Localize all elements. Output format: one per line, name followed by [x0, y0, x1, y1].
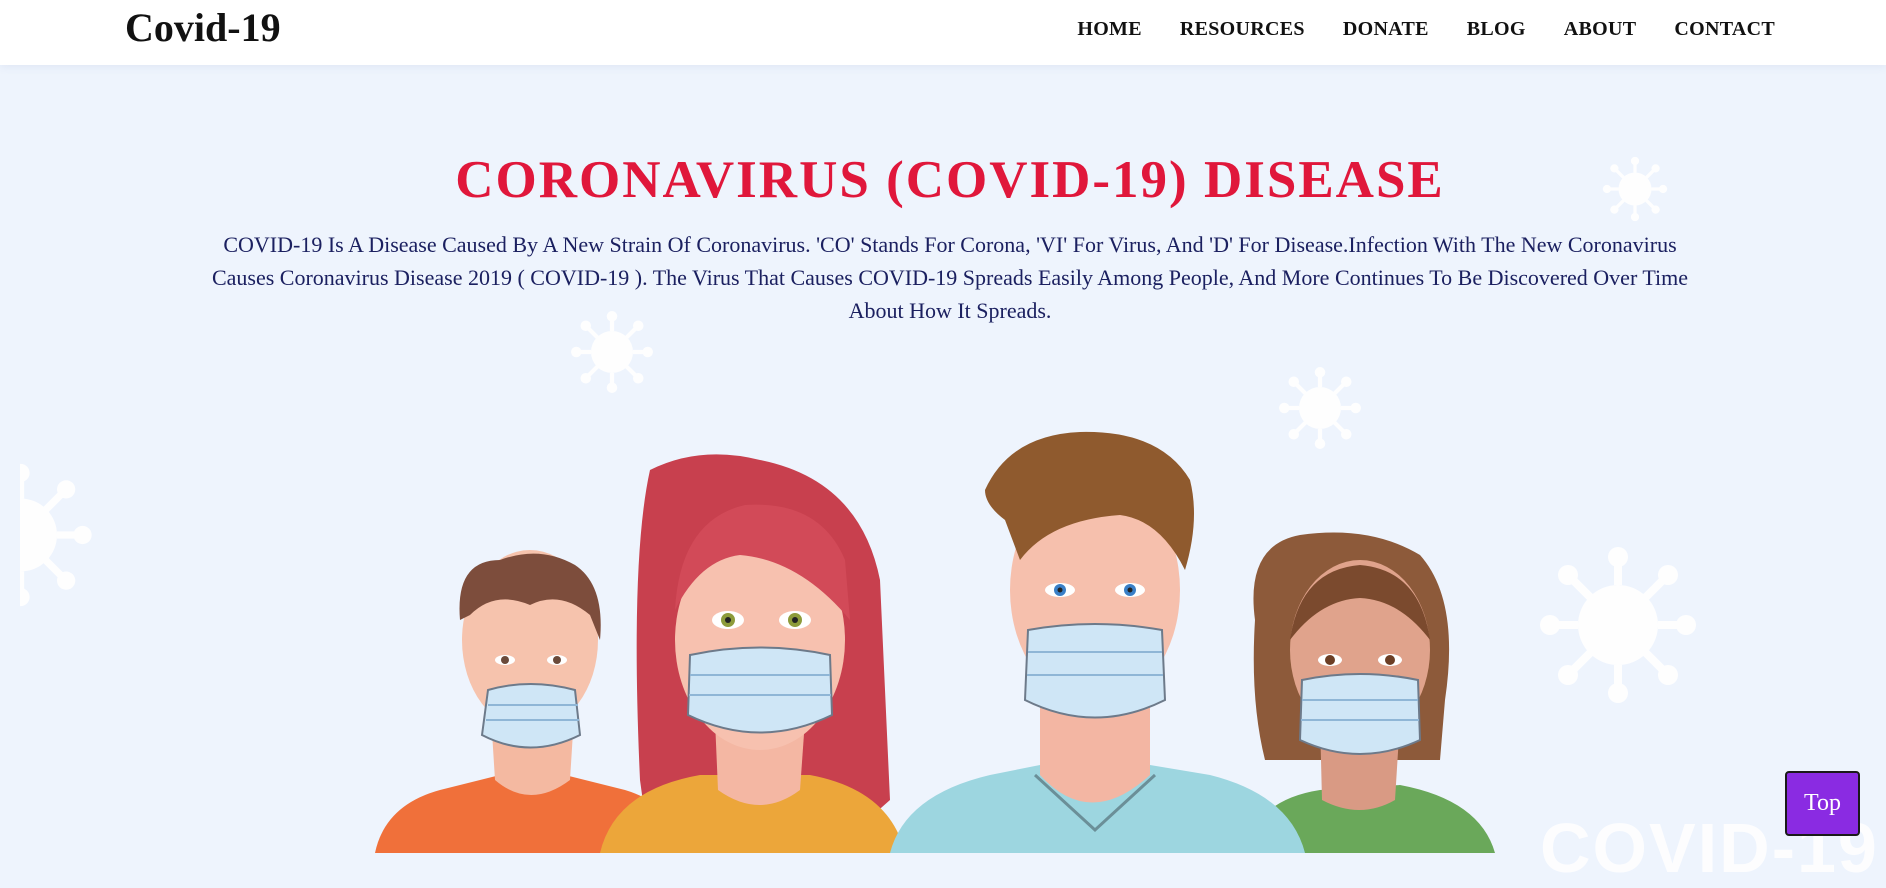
- person-blue-shirt: [890, 431, 1305, 853]
- nav-donate[interactable]: DONATE: [1343, 18, 1429, 41]
- hero-title: CORONAVIRUS (COVID-19) DISEASE: [455, 151, 1445, 209]
- person-orange-shirt: [375, 550, 690, 853]
- brand-logo[interactable]: Covid-19: [125, 4, 281, 51]
- person-red-hair: [600, 454, 905, 853]
- hero-description: COVID-19 Is A Disease Caused By A New St…: [211, 232, 1689, 323]
- navbar: Covid-19 HOME RESOURCES DONATE BLOG ABOU…: [0, 0, 1886, 65]
- main-nav: HOME RESOURCES DONATE BLOG ABOUT CONTACT: [1077, 18, 1775, 41]
- nav-resources[interactable]: RESOURCES: [1180, 18, 1305, 41]
- nav-about[interactable]: ABOUT: [1564, 18, 1637, 41]
- nav-blog[interactable]: BLOG: [1467, 18, 1526, 41]
- masked-people-illustration: [375, 431, 1495, 853]
- person-green-shirt: [1245, 532, 1495, 853]
- nav-contact[interactable]: CONTACT: [1674, 18, 1775, 41]
- nav-home[interactable]: HOME: [1077, 18, 1142, 41]
- back-to-top-button[interactable]: Top: [1785, 771, 1860, 836]
- virus-icon: [1279, 367, 1361, 449]
- virus-icon: [20, 463, 92, 607]
- virus-icon: [1540, 547, 1696, 703]
